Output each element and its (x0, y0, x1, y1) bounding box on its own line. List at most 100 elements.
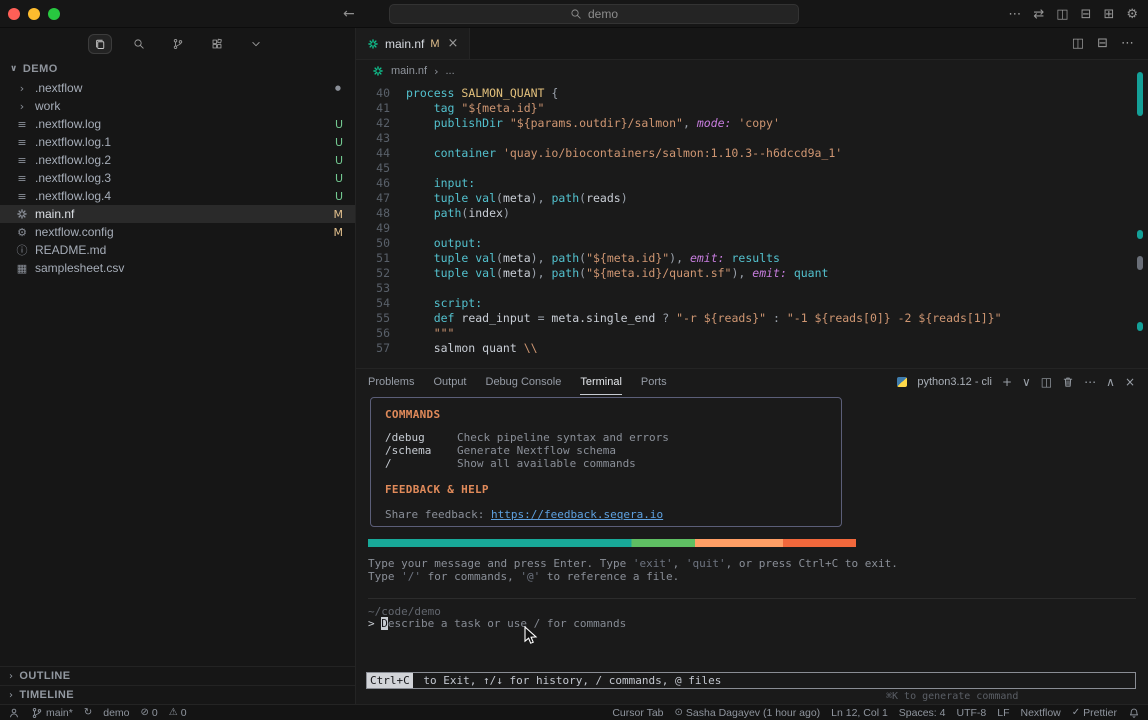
search-icon[interactable] (127, 34, 151, 54)
kill-terminal-icon[interactable] (1062, 376, 1074, 388)
file-icon: ≡ (14, 155, 30, 166)
command-center-search[interactable]: demo (389, 4, 799, 24)
prettier-status[interactable]: ✓Prettier (1072, 707, 1117, 719)
terminal-prompt[interactable]: > Describe a task or use / for commands (368, 617, 626, 630)
file-row[interactable]: ≡.nextflow.log.4U (0, 187, 355, 205)
code-editor[interactable]: 40process SALMON_QUANT {41 tag "${meta.i… (356, 82, 1148, 356)
back-icon[interactable]: ← (343, 6, 355, 22)
config-icon: ⚙ (14, 227, 30, 238)
timeline-section[interactable]: › TIMELINE (0, 685, 355, 704)
file-row[interactable]: ›work (0, 97, 355, 115)
git-status-badge: M (334, 208, 344, 221)
explorer-section-header[interactable]: ∨ DEMO (0, 60, 355, 79)
tab-close-icon[interactable]: × (448, 36, 459, 51)
terminal-content[interactable]: COMMANDS /debugCheck pipeline syntax and… (356, 395, 1148, 704)
line-number: 44 (356, 146, 390, 161)
breadcrumb[interactable]: main.nf › ... (356, 60, 1148, 82)
extensions-icon[interactable] (205, 34, 229, 54)
csv-icon: ▦ (14, 263, 30, 274)
toggle-panel-icon[interactable]: ⊟ (1081, 8, 1092, 21)
terminal-picker-chevron-icon[interactable]: ∨ (1022, 376, 1031, 388)
text-cursor: D (381, 617, 388, 630)
code-line: 54 script: (356, 296, 1148, 311)
panel-tabbar: Problems Output Debug Console Terminal Ports… (356, 369, 1148, 395)
indentation-status[interactable]: Spaces: 4 (899, 707, 946, 719)
terminal-profile-label[interactable]: python3.12 - cli (917, 376, 992, 388)
file-row[interactable]: ≡.nextflow.logU (0, 115, 355, 133)
language-status[interactable]: Nextflow (1021, 707, 1061, 719)
file-row[interactable]: main.nfM (0, 205, 355, 223)
panel-tab-problems[interactable]: Problems (368, 369, 414, 395)
command-name: /schema (385, 445, 457, 457)
warnings-status[interactable]: ⚠0 (169, 707, 187, 719)
source-control-icon[interactable] (166, 34, 190, 54)
panel-tab-terminal[interactable]: Terminal (580, 369, 622, 395)
encoding-status[interactable]: UTF-8 (956, 707, 986, 719)
errors-status[interactable]: ⊘0 (141, 707, 158, 719)
new-terminal-icon[interactable]: + (1002, 376, 1012, 388)
workspace-label[interactable]: demo (103, 707, 129, 719)
file-row[interactable]: ≡.nextflow.log.2U (0, 151, 355, 169)
file-row[interactable]: ≡.nextflow.log.3U (0, 169, 355, 187)
file-row[interactable]: ▦samplesheet.csv (0, 259, 355, 277)
editor-area: main.nf M × ◫ ⊟ ⋯ main.nf › ... 40process … (356, 28, 1148, 368)
file-name: nextflow.config (35, 225, 114, 239)
more-actions-icon[interactable]: ⋯ (1084, 376, 1096, 388)
editor-more-icon[interactable]: ⋯ (1121, 37, 1134, 50)
file-row[interactable]: ›.nextflow● (0, 79, 355, 97)
file-name: .nextflow.log (35, 117, 101, 131)
outline-section[interactable]: › OUTLINE (0, 666, 355, 685)
overview-ruler[interactable] (1132, 60, 1148, 368)
eol-status[interactable]: LF (997, 707, 1009, 719)
more-icon[interactable]: ⋯ (1008, 8, 1021, 21)
split-terminal-icon[interactable]: ◫ (1041, 376, 1052, 388)
titlebar: ← demo ⋯ ⇄ ◫ ⊟ ⊞ ⚙ (0, 0, 1148, 28)
split-editor-icon[interactable]: ◫ (1072, 37, 1084, 50)
file-row[interactable]: ⚙nextflow.configM (0, 223, 355, 241)
line-number: 49 (356, 221, 390, 236)
window-zoom-button[interactable] (48, 8, 60, 20)
feedback-link[interactable]: https://feedback.seqera.io (491, 508, 663, 521)
prompt-placeholder: escribe a task or use / for commands (388, 617, 626, 630)
command-name: /debug (385, 432, 457, 444)
customize-layout-icon[interactable]: ⊞ (1103, 8, 1114, 21)
code-line: 53 (356, 281, 1148, 296)
app-window: { "glyphs": { "plus":"+", "down":"∨", "u… (0, 0, 1148, 720)
breadcrumb-item[interactable]: main.nf (391, 65, 427, 77)
settings-icon[interactable]: ⚙ (1126, 8, 1138, 21)
window-close-button[interactable] (8, 8, 20, 20)
remote-user-status[interactable] (8, 707, 20, 719)
file-row[interactable]: ⓘREADME.md (0, 241, 355, 259)
maximize-panel-icon[interactable]: ∧ (1106, 376, 1115, 388)
sidebar: ∨ DEMO ›.nextflow●›work≡.nextflow.logU≡.… (0, 28, 356, 704)
toggle-primary-sidebar-icon[interactable]: ◫ (1056, 8, 1068, 21)
toggle-centered-layout-icon[interactable]: ⇄ (1033, 8, 1044, 21)
breadcrumb-item[interactable]: ... (445, 65, 454, 77)
line-number: 54 (356, 296, 390, 311)
git-blame-status[interactable]: ⊙Sasha Dagayev (1 hour ago) (675, 707, 821, 719)
file-name: .nextflow (35, 81, 82, 95)
cursor-position-status[interactable]: Ln 12, Col 1 (831, 707, 888, 719)
panel-tab-ports[interactable]: Ports (641, 369, 667, 395)
file-name: .nextflow.log.4 (35, 189, 111, 203)
branch-status[interactable]: main* (31, 707, 73, 719)
code-line: 50 output: (356, 236, 1148, 251)
line-number: 48 (356, 206, 390, 221)
ctrl-c-key: Ctrl+C (367, 673, 413, 688)
toggle-layout-icon[interactable]: ⊟ (1097, 37, 1108, 50)
git-branch-icon (31, 707, 43, 719)
line-number: 40 (356, 86, 390, 101)
window-minimize-button[interactable] (28, 8, 40, 20)
tab-main-nf[interactable]: main.nf M × (356, 28, 470, 59)
notifications-status[interactable] (1128, 707, 1140, 719)
close-panel-icon[interactable]: × (1125, 376, 1135, 388)
sync-status[interactable]: ↻ (84, 708, 92, 718)
panel-tab-output[interactable]: Output (433, 369, 466, 395)
sidebar-toolbar (0, 28, 355, 60)
explorer-icon[interactable] (88, 34, 112, 54)
cursor-tab-status[interactable]: Cursor Tab (612, 707, 663, 719)
panel-tab-debug-console[interactable]: Debug Console (486, 369, 562, 395)
views-chevron-icon[interactable] (244, 34, 268, 54)
feedback-label: Share feedback: (385, 508, 491, 521)
file-row[interactable]: ≡.nextflow.log.1U (0, 133, 355, 151)
